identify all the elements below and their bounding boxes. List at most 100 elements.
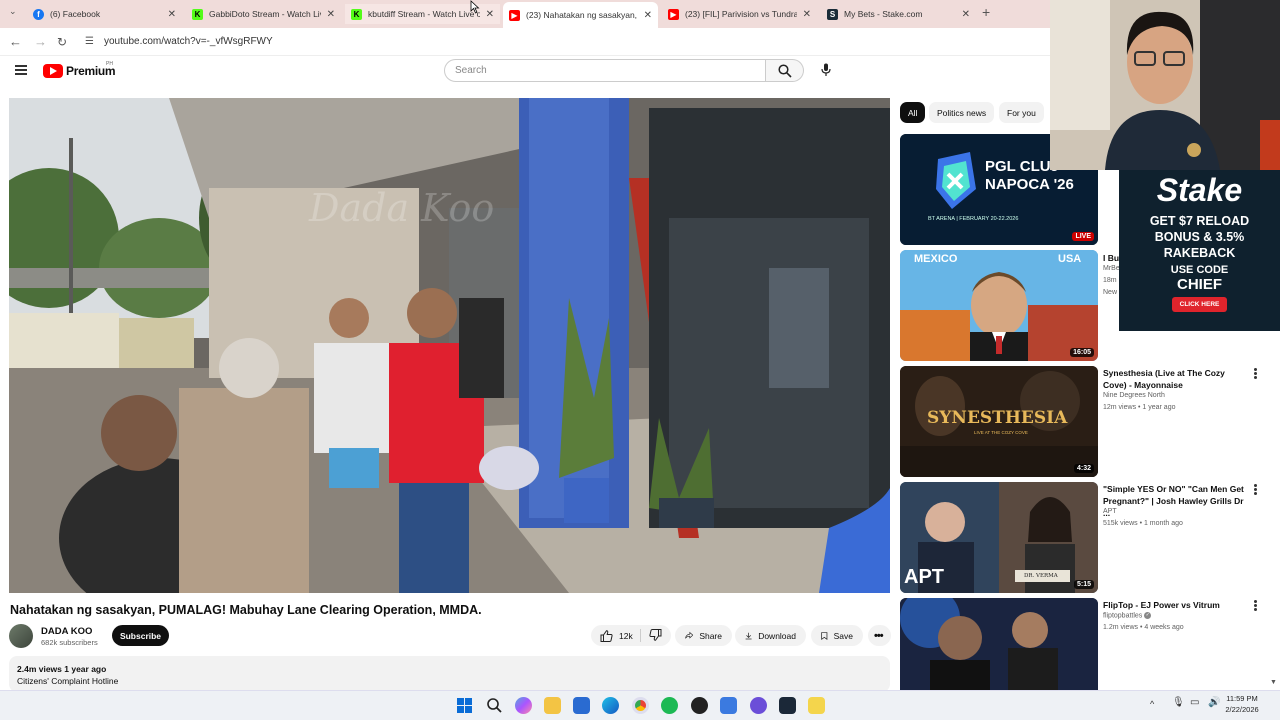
like-button[interactable]: 12k (591, 629, 641, 642)
thumb-label-usa: USA (1058, 253, 1082, 265)
tab-search-chevron-icon[interactable]: ⌄ (9, 6, 17, 17)
taskbar-clock-time[interactable]: 11:59 PM (1222, 694, 1262, 703)
obs-icon[interactable] (691, 697, 708, 714)
views-and-date: 2.4m views 1 year ago (17, 664, 107, 674)
video-player[interactable]: Dada Koo (9, 98, 890, 593)
close-tab-icon[interactable]: ✕ (327, 9, 335, 20)
chip-all[interactable]: All (900, 102, 926, 123)
taskbar-clock-date[interactable]: 2/22/2026 (1222, 705, 1262, 714)
more-vertical-icon[interactable] (1254, 368, 1257, 379)
file-explorer-icon[interactable] (544, 697, 561, 714)
recommendation-meta: 1.2m views • 4 weeks ago (1103, 624, 1184, 631)
ad-line-3: RAKEBACK (1163, 246, 1236, 260)
recommendation-channel[interactable]: MrBe (1103, 265, 1120, 272)
download-button[interactable]: Download (735, 625, 806, 646)
windows-start-icon[interactable] (456, 697, 473, 714)
voice-search-button[interactable] (814, 59, 837, 82)
copilot-icon[interactable] (515, 697, 532, 714)
close-tab-icon[interactable]: ✕ (803, 9, 811, 20)
recommendation-thumbnail[interactable]: APT DR. VERMA 5:15 (900, 482, 1098, 593)
stake-promo-ad[interactable]: Stake GET $7 RELOAD BONUS & 3.5% RAKEBAC… (1119, 170, 1280, 331)
notepad-icon[interactable] (720, 697, 737, 714)
edge-icon[interactable] (602, 697, 619, 714)
channel-name[interactable]: DADA KOO (41, 626, 92, 637)
video-watermark: Dada Koo (309, 186, 495, 230)
video-title: Nahatakan ng sasakyan, PUMALAG! Mabuhay … (10, 603, 482, 617)
battle-thumbnail-art (900, 598, 1098, 690)
recommendation-meta: 515k views • 1 month ago (1103, 520, 1183, 527)
synesthesia-title: SYNESTHESIA (927, 408, 1068, 428)
subscribe-button[interactable]: Subscribe (112, 625, 169, 646)
dislike-button[interactable] (641, 628, 668, 643)
verified-check-icon: ✓ (1144, 612, 1152, 619)
search-button[interactable] (766, 59, 804, 82)
tab-youtube-active[interactable]: ▶ (23) Nahatakan ng sasakyan, PU ✕ (503, 2, 658, 28)
tab-label: (23) Nahatakan ng sasakyan, PU (526, 10, 638, 20)
save-button[interactable]: Save (811, 625, 863, 646)
search-icon[interactable] (486, 697, 503, 714)
description-text: Citizens' Complaint Hotline (17, 676, 119, 686)
site-info-icon[interactable]: ☰ (85, 36, 94, 47)
recommendation-title[interactable]: Synesthesia (Live at The Cozy Cove) - Ma… (1103, 367, 1245, 391)
video-frame-street-scene (9, 98, 890, 593)
subscriber-count: 682k subscribers (41, 638, 98, 647)
ad-line-2: BONUS & 3.5% (1154, 230, 1245, 244)
scroll-down-arrow-icon[interactable]: ▼ (1270, 679, 1277, 686)
more-vertical-icon[interactable] (1254, 484, 1257, 495)
app-icon[interactable] (808, 697, 825, 714)
recommendation-title[interactable]: FlipTop - EJ Power vs Vitrum (1103, 599, 1245, 611)
close-tab-icon[interactable]: ✕ (486, 9, 494, 20)
recommendation-thumbnail[interactable] (900, 598, 1098, 690)
chip-for-you[interactable]: For you (999, 102, 1044, 123)
forward-arrow-icon[interactable]: → (34, 34, 47, 49)
chrome-icon[interactable] (632, 697, 649, 714)
description-box[interactable] (9, 656, 890, 692)
ad-click-here-button[interactable]: CLICK HERE (1172, 297, 1227, 312)
speaker-icon[interactable]: 🔊 (1208, 697, 1220, 708)
youtube-masthead: Premium PH Search (0, 56, 1050, 88)
tab-stake[interactable]: S My Bets - Stake.com ✕ (821, 4, 976, 24)
close-tab-icon[interactable]: ✕ (168, 9, 176, 20)
kick-icon: K (192, 8, 203, 20)
recommendation-channel[interactable]: APT (1103, 508, 1117, 515)
microsoft-store-icon[interactable] (573, 697, 590, 714)
ad-line-1: GET $7 RELOAD (1149, 214, 1250, 228)
new-tab-button[interactable]: + (982, 4, 990, 20)
back-arrow-icon[interactable]: ← (9, 34, 22, 49)
microphone-icon[interactable]: 🎙 (1172, 697, 1185, 708)
recommendation-channel[interactable]: Nine Degrees North (1103, 392, 1165, 399)
thumbs-down-icon (649, 628, 662, 641)
save-label: Save (833, 630, 853, 641)
bookmark-icon (821, 631, 828, 640)
tab-youtube-parivision[interactable]: ▶ (23) [FIL] Parivision vs Tundra E ✕ (662, 4, 817, 24)
recommendation-channel[interactable]: fliptopbattles ✓ (1103, 612, 1152, 620)
tab-gabbidoto[interactable]: K GabbiDoto Stream - Watch Live ✕ (186, 4, 341, 24)
browser-tab-bar: ⌄ f (6) Facebook ✕ K GabbiDoto Stream - … (0, 0, 1050, 28)
recommendation-thumbnail[interactable]: MEXICO USA 16:05 (900, 250, 1098, 361)
close-tab-icon[interactable]: ✕ (644, 10, 652, 21)
youtube-logo-icon[interactable] (43, 64, 63, 78)
search-input[interactable]: Search (444, 59, 766, 82)
spotify-icon[interactable] (661, 697, 678, 714)
more-vertical-icon[interactable] (1254, 600, 1257, 611)
share-arrow-icon (685, 631, 694, 639)
recommendation-title[interactable]: "Simple YES Or NO" "Can Men Get Pregnant… (1103, 483, 1245, 519)
chip-politics-news[interactable]: Politics news (929, 102, 995, 123)
mouse-cursor-icon (470, 0, 480, 14)
display-icon[interactable]: ▭ (1190, 697, 1199, 708)
recommendation-thumbnail[interactable]: SYNESTHESIA LIVE AT THE COZY COVE 4:32 (900, 366, 1098, 477)
close-tab-icon[interactable]: ✕ (962, 9, 970, 20)
discord-icon[interactable] (750, 697, 767, 714)
channel-avatar[interactable] (9, 624, 33, 648)
like-dislike-group: 12k (591, 625, 671, 646)
channel-label: fliptopbattles (1103, 612, 1143, 620)
steam-icon[interactable] (779, 697, 796, 714)
reload-icon[interactable]: ↻ (57, 35, 67, 49)
show-hidden-icons-chevron-icon[interactable]: ^ (1150, 699, 1154, 709)
share-button[interactable]: Share (675, 625, 732, 646)
more-actions-button[interactable]: ••• (868, 625, 891, 646)
windows-taskbar: ^ 🎙 ▭ 🔊 (0, 690, 1280, 720)
hamburger-menu-icon[interactable] (15, 65, 27, 75)
url-field[interactable]: youtube.com/watch?v=-_vfWsgRFWY (104, 36, 273, 47)
tab-facebook[interactable]: f (6) Facebook ✕ (27, 4, 182, 24)
